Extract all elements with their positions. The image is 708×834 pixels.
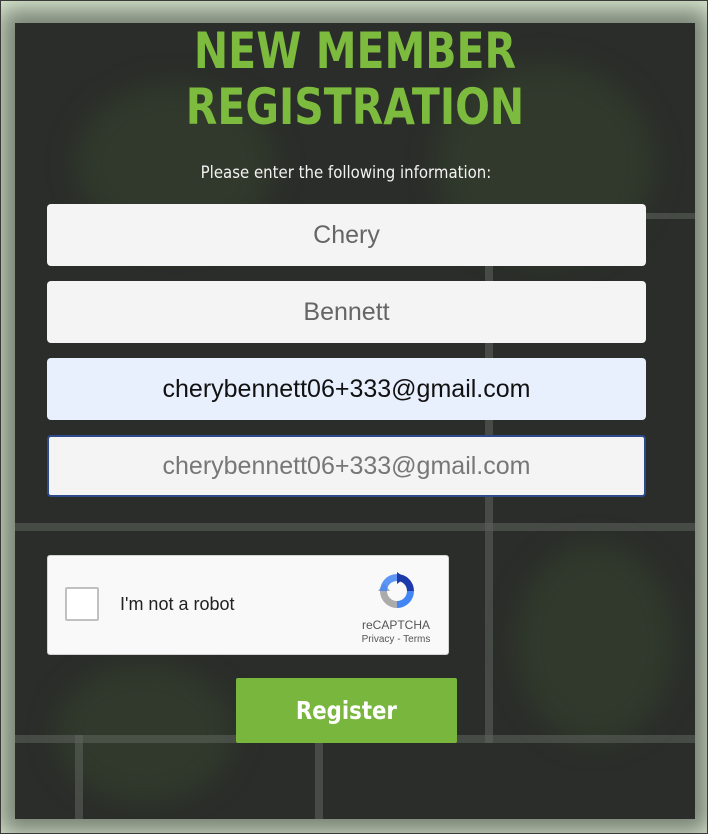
last-name-input[interactable] <box>47 281 646 343</box>
recaptcha-privacy-link[interactable]: Privacy <box>362 634 395 645</box>
recaptcha-label: I'm not a robot <box>120 594 235 614</box>
confirm-email-input[interactable] <box>47 435 646 497</box>
title-line-1: NEW MEMBER <box>193 22 517 80</box>
screenshot-frame: NEW MEMBER REGISTRATION Please enter the… <box>0 0 708 834</box>
background-divider <box>15 523 695 531</box>
register-button-label: Register <box>296 696 397 725</box>
first-name-input[interactable] <box>47 204 646 266</box>
form-instructions: Please enter the following information: <box>200 163 492 183</box>
title-line-2: REGISTRATION <box>185 78 525 136</box>
recaptcha-brand: reCAPTCHA <box>361 618 430 632</box>
recaptcha-links: Privacy - Terms <box>348 634 444 645</box>
background-divider <box>75 735 83 819</box>
email-input[interactable] <box>47 358 646 420</box>
page-title: NEW MEMBER REGISTRATION <box>65 23 646 135</box>
background-photo-blob <box>515 543 675 743</box>
register-button[interactable]: Register <box>236 678 457 743</box>
recaptcha-checkbox[interactable] <box>65 587 99 621</box>
recaptcha-widget: I'm not a robot reCAPTCHA Privacy - Term… <box>47 555 449 655</box>
recaptcha-terms-link[interactable]: Terms <box>403 634 430 645</box>
background-divider <box>315 735 323 819</box>
recaptcha-link-separator: - <box>394 634 404 645</box>
recaptcha-logo-icon <box>378 572 414 608</box>
